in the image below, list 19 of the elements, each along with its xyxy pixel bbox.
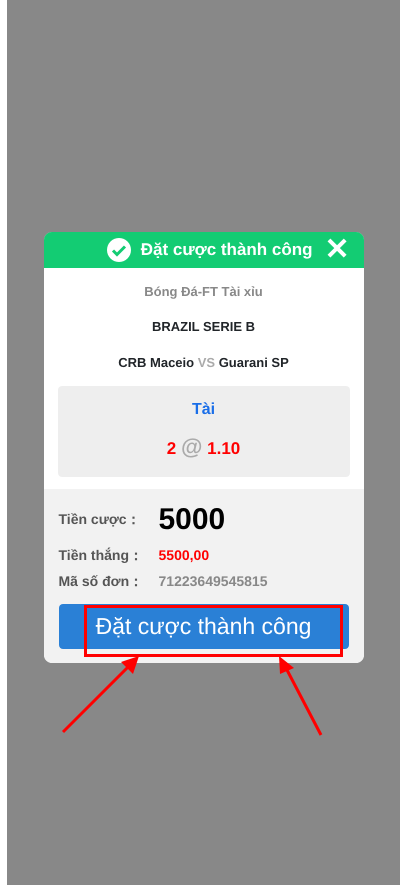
order-number: 71223649545815: [158, 572, 268, 590]
field-label: Tiền thắng：: [58, 546, 144, 565]
odds-value: 1.10: [207, 439, 240, 458]
field-label: Tiền cược：: [58, 510, 142, 529]
away-team: Guarani SP: [218, 354, 289, 370]
handicap-line: 2: [166, 439, 176, 458]
dialog-title: Đặt cược thành công: [140, 239, 312, 261]
versus-label: VS: [198, 354, 216, 370]
selection-side: Tài: [190, 400, 216, 420]
market-name: Bóng Đá-FT Tài xỉu: [143, 282, 264, 301]
stake-amount: 5000: [158, 502, 226, 538]
payout-amount: 5500,00: [158, 546, 210, 564]
field-label: Mã số đơn：: [58, 572, 144, 590]
home-team: CRB Maceio: [118, 354, 194, 370]
close-button[interactable]: ✕: [322, 234, 352, 265]
confirm-button[interactable]: Đặt cược thành công: [58, 604, 348, 649]
check-circle-icon: [106, 238, 131, 262]
at-sign: @: [180, 434, 202, 459]
league-name: BRAZIL SERIE B: [150, 318, 256, 336]
